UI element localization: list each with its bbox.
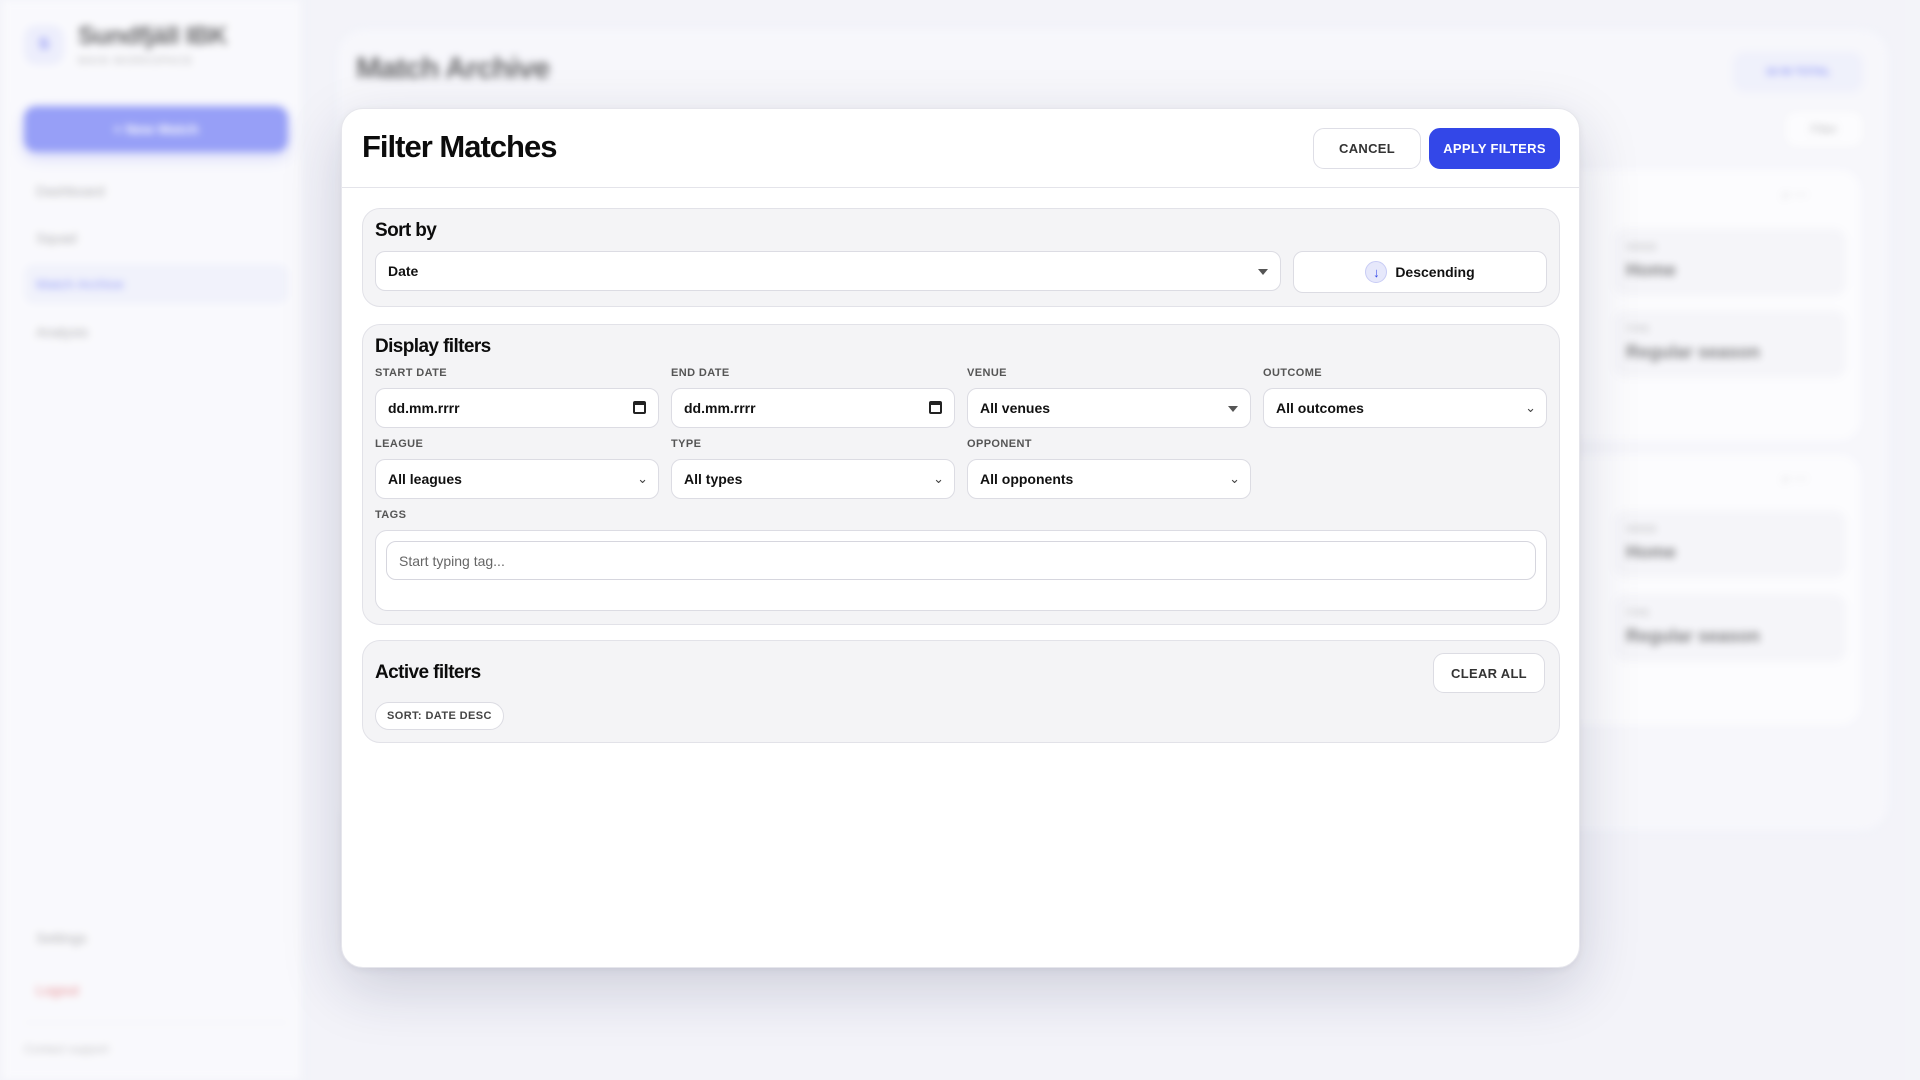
calendar-icon[interactable]	[633, 401, 646, 414]
sort-direction-label: Descending	[1395, 264, 1475, 280]
league-select[interactable]: All leagues ⌄	[375, 459, 659, 499]
sort-direction-toggle[interactable]: ↓ Descending	[1293, 251, 1547, 293]
tags-label: TAGS	[375, 509, 407, 521]
type-value: All types	[684, 471, 743, 487]
sort-field-select[interactable]: Date	[375, 251, 1281, 291]
opponent-select[interactable]: All opponents ⌄	[967, 459, 1251, 499]
start-date-input[interactable]: dd.mm.rrrr	[375, 388, 659, 428]
tags-box	[375, 530, 1547, 611]
league-label: LEAGUE	[375, 438, 424, 450]
modal-header: Filter Matches CANCEL APPLY FILTERS	[342, 109, 1579, 188]
opponent-value: All opponents	[980, 471, 1074, 487]
venue-label: VENUE	[967, 367, 1007, 379]
venue-value: All venues	[980, 400, 1051, 416]
outcome-select[interactable]: All outcomes ⌄	[1263, 388, 1547, 428]
chevron-down-icon: ⌄	[1229, 471, 1240, 486]
filter-chip[interactable]: SORT: DATE DESC	[375, 702, 504, 730]
clear-all-button[interactable]: CLEAR ALL	[1433, 653, 1545, 693]
active-filters-title: Active filters	[375, 662, 481, 683]
cancel-button[interactable]: CANCEL	[1313, 128, 1421, 169]
sort-section: Sort by Date ↓ Descending	[362, 208, 1560, 307]
opponent-label: OPPONENT	[967, 438, 1032, 450]
type-label: TYPE	[671, 438, 702, 450]
start-date-value: dd.mm.rrrr	[388, 400, 460, 416]
end-date-label: END DATE	[671, 367, 730, 379]
outcome-value: All outcomes	[1276, 400, 1364, 416]
modal-title: Filter Matches	[362, 129, 557, 164]
calendar-icon[interactable]	[929, 401, 942, 414]
sort-field-value: Date	[388, 263, 419, 279]
start-date-label: START DATE	[375, 367, 448, 379]
end-date-input[interactable]: dd.mm.rrrr	[671, 388, 955, 428]
type-select[interactable]: All types ⌄	[671, 459, 955, 499]
caret-down-icon	[1258, 269, 1268, 275]
arrow-down-icon: ↓	[1365, 261, 1388, 283]
filter-modal: Filter Matches CANCEL APPLY FILTERS Sort…	[341, 108, 1580, 968]
chevron-down-icon: ⌄	[933, 471, 944, 486]
league-value: All leagues	[388, 471, 462, 487]
venue-select[interactable]: All venues	[967, 388, 1251, 428]
apply-filters-button[interactable]: APPLY FILTERS	[1429, 128, 1560, 169]
sort-section-title: Sort by	[375, 220, 437, 241]
active-filters-section: Active filters CLEAR ALL SORT: DATE DESC	[362, 640, 1560, 743]
display-filters-title: Display filters	[375, 336, 491, 357]
chevron-down-icon: ⌄	[1525, 400, 1536, 415]
end-date-value: dd.mm.rrrr	[684, 400, 756, 416]
chevron-down-icon: ⌄	[637, 471, 648, 486]
display-filters-section: Display filters START DATE dd.mm.rrrr EN…	[362, 324, 1560, 625]
outcome-label: OUTCOME	[1263, 367, 1323, 379]
tags-input[interactable]	[386, 541, 1536, 580]
caret-down-icon	[1228, 406, 1238, 412]
